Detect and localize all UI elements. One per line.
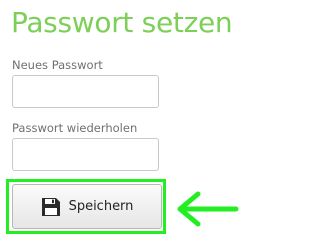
arrow-left-icon — [174, 189, 240, 229]
save-button[interactable]: Speichern — [12, 184, 162, 229]
save-button-label: Speichern — [68, 199, 134, 214]
set-password-page: Passwort setzen Neues Passwort Passwort … — [0, 0, 244, 241]
new-password-field[interactable] — [12, 75, 159, 108]
page-title: Passwort setzen — [11, 6, 233, 39]
new-password-label: Neues Passwort — [12, 58, 103, 72]
floppy-disk-icon — [41, 197, 61, 217]
repeat-password-label: Passwort wiederholen — [12, 121, 138, 135]
repeat-password-field[interactable] — [12, 138, 159, 171]
